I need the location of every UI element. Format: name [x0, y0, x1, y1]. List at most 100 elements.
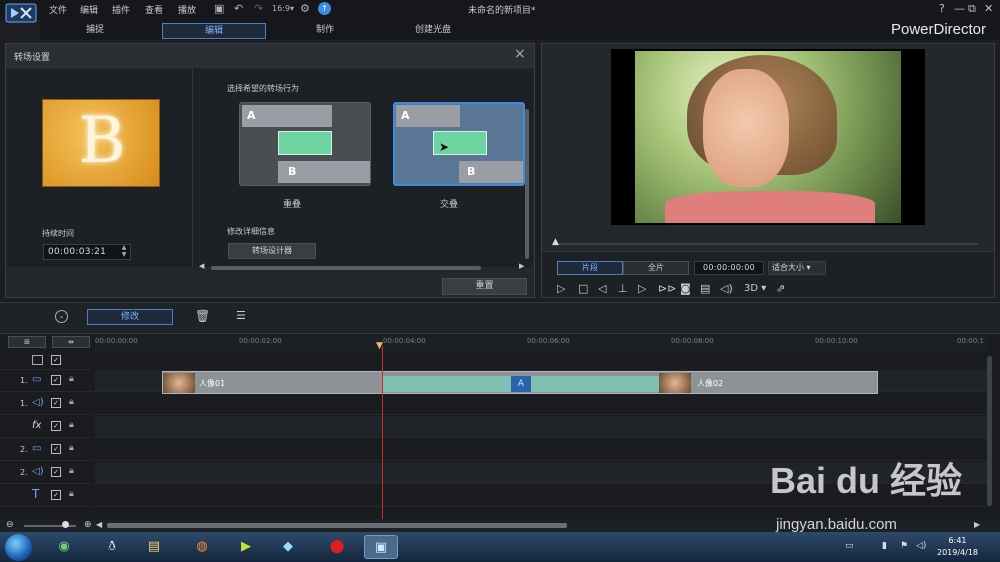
- undo-icon[interactable]: ↶: [234, 2, 243, 15]
- undock-icon[interactable]: ⇗: [776, 282, 785, 295]
- option-overlap[interactable]: A B: [239, 102, 371, 186]
- video-clip-track[interactable]: 人像01 A 人像02: [162, 371, 878, 394]
- media-app-icon[interactable]: ▶: [229, 535, 263, 559]
- speaker-icon[interactable]: ◁): [916, 541, 926, 551]
- timeline-horizontal-scrollbar[interactable]: [107, 523, 567, 528]
- track-enable-checkbox[interactable]: ✓: [51, 490, 61, 500]
- zoom-out-icon[interactable]: ⊖: [6, 520, 14, 530]
- playhead-handle-icon[interactable]: ▼: [376, 341, 383, 351]
- track-enable-checkbox[interactable]: ✓: [51, 398, 61, 408]
- tab-create-disc[interactable]: 创建光盘: [398, 23, 468, 39]
- network-icon[interactable]: ▮: [882, 541, 887, 551]
- lock-icon[interactable]: 🔒︎: [69, 374, 74, 384]
- tab-capture[interactable]: 捕捉: [60, 23, 130, 39]
- transition-designer-button[interactable]: 转场设计器: [228, 243, 316, 259]
- menu-view[interactable]: 查看: [145, 3, 163, 16]
- prev-frame-icon[interactable]: ◁: [598, 282, 606, 295]
- thumbnail-letter: B: [78, 104, 126, 178]
- scroll-left-icon[interactable]: ◀: [199, 262, 204, 270]
- fit-size-select[interactable]: 适合大小 ▾: [768, 261, 826, 275]
- expand-icon[interactable]: ⌄: [55, 310, 68, 323]
- save-icon[interactable]: ▣: [214, 2, 224, 15]
- scroll-right-icon[interactable]: ▶: [519, 262, 524, 270]
- detail-label: 修改详细信息: [227, 227, 275, 236]
- redo-icon[interactable]: ↷: [254, 2, 263, 15]
- restore-icon[interactable]: ⧉: [968, 2, 976, 16]
- track-area-audio-1[interactable]: [95, 393, 987, 415]
- close-icon[interactable]: ✕: [984, 2, 993, 15]
- horizontal-scrollbar[interactable]: ◀ ▶: [199, 262, 526, 271]
- track-area-fx[interactable]: [95, 416, 987, 438]
- menu-file[interactable]: 文件: [49, 3, 67, 16]
- snapshot-icon[interactable]: ◙: [680, 282, 691, 295]
- tab-produce[interactable]: 制作: [290, 23, 360, 39]
- reset-button[interactable]: 重置: [442, 278, 527, 295]
- timeline-vertical-scrollbar[interactable]: [987, 356, 992, 506]
- 3d-mode-button[interactable]: 3D ▾: [744, 283, 766, 294]
- timecode-field[interactable]: 00:00:00:00: [694, 261, 764, 275]
- upgrade-icon[interactable]: ↑: [318, 2, 331, 15]
- tab-edit[interactable]: 编辑: [162, 23, 266, 39]
- start-button-icon[interactable]: [5, 534, 32, 561]
- lock-icon[interactable]: 🔒︎: [69, 489, 74, 499]
- keyboard-icon[interactable]: ▭: [845, 541, 854, 551]
- segment-clip-button[interactable]: 片段: [557, 261, 623, 275]
- file-explorer-icon[interactable]: ▤: [137, 535, 171, 559]
- delete-icon[interactable]: 🗑: [195, 309, 210, 323]
- track-enable-checkbox[interactable]: ✓: [51, 444, 61, 454]
- more-options-icon[interactable]: ☰: [236, 309, 246, 322]
- subtitle-icon[interactable]: ▤: [700, 282, 710, 295]
- option-cross[interactable]: A B ➤: [393, 102, 525, 186]
- lock-icon[interactable]: 🔒︎: [69, 397, 74, 407]
- track-enable-checkbox[interactable]: ✓: [51, 467, 61, 477]
- lock-icon[interactable]: 🔒︎: [69, 466, 74, 476]
- brand-name: PowerDirector: [891, 21, 987, 38]
- flag-icon[interactable]: ⚑: [900, 541, 908, 551]
- seek-knob-icon[interactable]: ▲: [552, 237, 559, 247]
- panel-close-icon[interactable]: ×: [514, 46, 526, 62]
- split-icon[interactable]: ⊥: [618, 282, 628, 295]
- settings-gear-icon[interactable]: ⚙: [300, 2, 310, 15]
- lock-icon[interactable]: 🔒︎: [69, 420, 74, 430]
- track-enable-checkbox[interactable]: ✓: [51, 375, 61, 385]
- 360-icon[interactable]: ◉: [47, 535, 81, 559]
- vertical-scrollbar[interactable]: [525, 109, 529, 259]
- volume-icon[interactable]: ◁): [720, 282, 733, 295]
- system-clock[interactable]: 6:41 2019/4/18: [937, 535, 978, 559]
- playhead[interactable]: [382, 346, 383, 521]
- modify-button[interactable]: 修改: [87, 309, 173, 325]
- all-tracks-checkbox[interactable]: ✓: [51, 355, 61, 365]
- menu-edit[interactable]: 编辑: [80, 3, 98, 16]
- zoom-slider-knob[interactable]: [62, 521, 69, 528]
- segment-full-button[interactable]: 全片: [623, 261, 689, 275]
- fast-forward-icon[interactable]: ⊳⊳: [658, 282, 676, 295]
- fit-timeline-button[interactable]: ⇹: [52, 336, 90, 348]
- timeline-ruler[interactable]: 00:00:00:00 00:00:02:00 00:00:04:00 00:0…: [95, 335, 987, 352]
- aspect-ratio-icon[interactable]: 16:9▾: [272, 4, 294, 13]
- scroll-thumb[interactable]: [211, 266, 481, 270]
- help-icon[interactable]: ?: [939, 2, 945, 15]
- track-manager-button[interactable]: ⊞: [8, 336, 46, 348]
- transition-region[interactable]: [531, 376, 659, 392]
- powerdirector-taskbar-icon[interactable]: ▣: [364, 535, 398, 559]
- minimize-icon[interactable]: —: [954, 2, 965, 15]
- zoom-in-icon[interactable]: ⊕: [84, 520, 92, 530]
- scroll-left-icon[interactable]: ◀: [96, 520, 102, 529]
- qq-icon[interactable]: 🐧︎: [95, 535, 129, 559]
- track-enable-checkbox[interactable]: ✓: [51, 421, 61, 431]
- panel-header: 转场设置 ×: [6, 44, 534, 68]
- scroll-right-icon[interactable]: ▶: [974, 520, 980, 529]
- firefox-icon[interactable]: ◍: [185, 535, 219, 559]
- app-icon[interactable]: ◆: [271, 535, 305, 559]
- lock-icon[interactable]: 🔒︎: [69, 443, 74, 453]
- next-frame-icon[interactable]: ▷: [638, 282, 646, 295]
- play-icon[interactable]: ▷: [557, 282, 565, 295]
- menu-plugins[interactable]: 插件: [112, 3, 130, 16]
- duration-spinner[interactable]: ▲ ▼: [118, 244, 130, 260]
- seek-bar[interactable]: [556, 243, 978, 245]
- stop-icon[interactable]: □: [578, 282, 588, 295]
- transition-icon[interactable]: A: [511, 376, 531, 392]
- menu-play[interactable]: 播放: [178, 3, 196, 16]
- record-icon[interactable]: ⬤: [320, 535, 354, 559]
- transition-region[interactable]: [383, 376, 511, 392]
